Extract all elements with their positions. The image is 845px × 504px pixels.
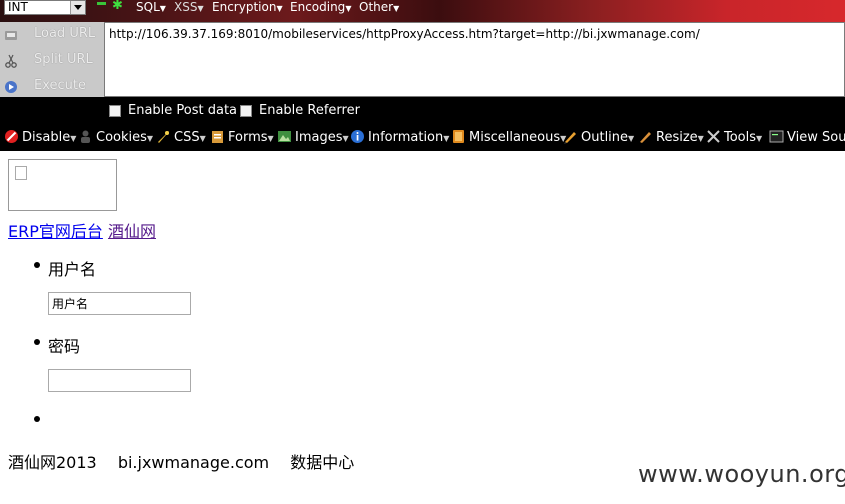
toolbar-disable-label: Disable	[22, 130, 71, 145]
enable-post-label: Enable Post data	[128, 103, 238, 118]
footer-domain: bi.jxwmanage.com	[117, 453, 270, 472]
toolbar-miscellaneous-label: Miscellaneous	[469, 130, 561, 145]
toolbar-miscellaneous[interactable]: Miscellaneous▼	[451, 129, 566, 147]
username-input[interactable]	[48, 292, 191, 315]
toolbar-view-source[interactable]: View Sour	[769, 129, 845, 147]
broken-image-logo	[8, 159, 117, 211]
url-textarea[interactable]: http://106.39.37.169:8010/mobileservices…	[104, 22, 845, 97]
footer-copyright: 酒仙网2013	[8, 453, 97, 472]
outline-icon	[564, 132, 576, 144]
miscellaneous-icon	[453, 130, 464, 143]
jiuxian-link[interactable]: 酒仙网	[108, 222, 156, 241]
menu-xss[interactable]: XSS▼	[174, 0, 204, 16]
username-label: 用户名	[48, 260, 97, 279]
watermark: www.wooyun.org	[638, 460, 845, 488]
information-icon	[351, 130, 364, 143]
list-bullet	[34, 262, 40, 268]
toolbar-css[interactable]: CSS▼	[156, 129, 206, 147]
toolbar-resize[interactable]: Resize▼	[638, 129, 704, 147]
load-url-icon	[5, 31, 17, 40]
list-bullet	[34, 416, 40, 422]
play-icon	[5, 81, 17, 93]
scissors-icon	[5, 54, 17, 68]
toolbar-tools-label: Tools	[724, 130, 757, 145]
password-input[interactable]	[48, 369, 191, 392]
toolbar-images-label: Images	[295, 130, 343, 145]
password-label: 密码	[48, 337, 81, 356]
hackbar-menu-bar: INT ✱ SQL▼ XSS▼ Encryption▼ Encoding▼ Ot…	[0, 0, 845, 22]
erp-admin-link[interactable]: ERP官网后台	[8, 222, 103, 241]
header-links: ERP官网后台 酒仙网	[8, 218, 156, 242]
cookies-icon	[81, 130, 90, 143]
footer-data-center: 数据中心	[290, 453, 355, 472]
resize-icon	[640, 132, 651, 143]
toolbar-resize-label: Resize	[656, 130, 698, 145]
encoding-type-select[interactable]: INT	[4, 0, 86, 15]
gear-icon[interactable]: ✱	[112, 0, 123, 13]
toolbar-information-label: Information	[368, 130, 444, 145]
split-url-label: Split URL	[34, 52, 93, 67]
menu-encoding-label: Encoding	[290, 0, 346, 14]
toolbar-outline-label: Outline	[581, 130, 629, 145]
list-bullet	[34, 339, 40, 345]
toolbar-forms[interactable]: Forms▼	[210, 129, 274, 147]
menu-sql[interactable]: SQL▼	[136, 0, 166, 16]
toolbar-information[interactable]: Information▼	[350, 129, 449, 147]
toolbar-forms-label: Forms	[228, 130, 268, 145]
minus-icon[interactable]	[97, 2, 106, 5]
execute-label: Execute	[34, 78, 86, 93]
toolbar-tools[interactable]: Tools▼	[706, 129, 762, 147]
menu-xss-label: XSS	[174, 0, 198, 14]
url-text: http://106.39.37.169:8010/mobileservices…	[109, 27, 700, 41]
menu-sql-label: SQL	[136, 0, 160, 14]
menu-other-label: Other	[359, 0, 394, 14]
load-url-button[interactable]: Load URL	[0, 22, 104, 48]
menu-encryption[interactable]: Encryption▼	[212, 0, 283, 16]
hackbar-action-panel: Load URL Split URL Execute	[0, 22, 104, 97]
menu-encoding[interactable]: Encoding▼	[290, 0, 351, 16]
web-developer-toolbar: Disable▼ Cookies▼ CSS▼ Forms▼ Images▼ In…	[0, 125, 845, 151]
toolbar-cookies-label: Cookies	[96, 130, 147, 145]
enable-post-checkbox[interactable]	[109, 105, 121, 117]
view-source-icon	[769, 130, 784, 143]
broken-image-icon	[15, 166, 27, 180]
split-url-button[interactable]: Split URL	[0, 48, 104, 74]
menu-other[interactable]: Other▼	[359, 0, 399, 16]
disable-icon	[5, 130, 18, 143]
forms-icon	[212, 131, 223, 143]
toolbar-disable[interactable]: Disable▼	[4, 129, 76, 147]
enable-referrer-checkbox[interactable]	[240, 105, 252, 117]
menu-encryption-label: Encryption	[212, 0, 277, 14]
enable-referrer-label: Enable Referrer	[259, 103, 360, 118]
toolbar-images[interactable]: Images▼	[277, 129, 349, 147]
hackbar-options-bar: Enable Post data Enable Referrer	[0, 97, 845, 125]
footer: 酒仙网2013 bi.jxwmanage.com 数据中心	[8, 449, 370, 473]
toolbar-view-source-label: View Sour	[787, 130, 845, 145]
encoding-type-value: INT	[8, 0, 28, 14]
toolbar-cookies[interactable]: Cookies▼	[78, 129, 153, 147]
css-icon	[158, 131, 169, 143]
images-icon	[278, 131, 291, 142]
toolbar-css-label: CSS	[174, 130, 200, 145]
toolbar-outline[interactable]: Outline▼	[563, 129, 634, 147]
chevron-down-icon[interactable]	[70, 1, 85, 14]
load-url-label: Load URL	[34, 26, 96, 41]
tools-icon	[707, 130, 720, 143]
